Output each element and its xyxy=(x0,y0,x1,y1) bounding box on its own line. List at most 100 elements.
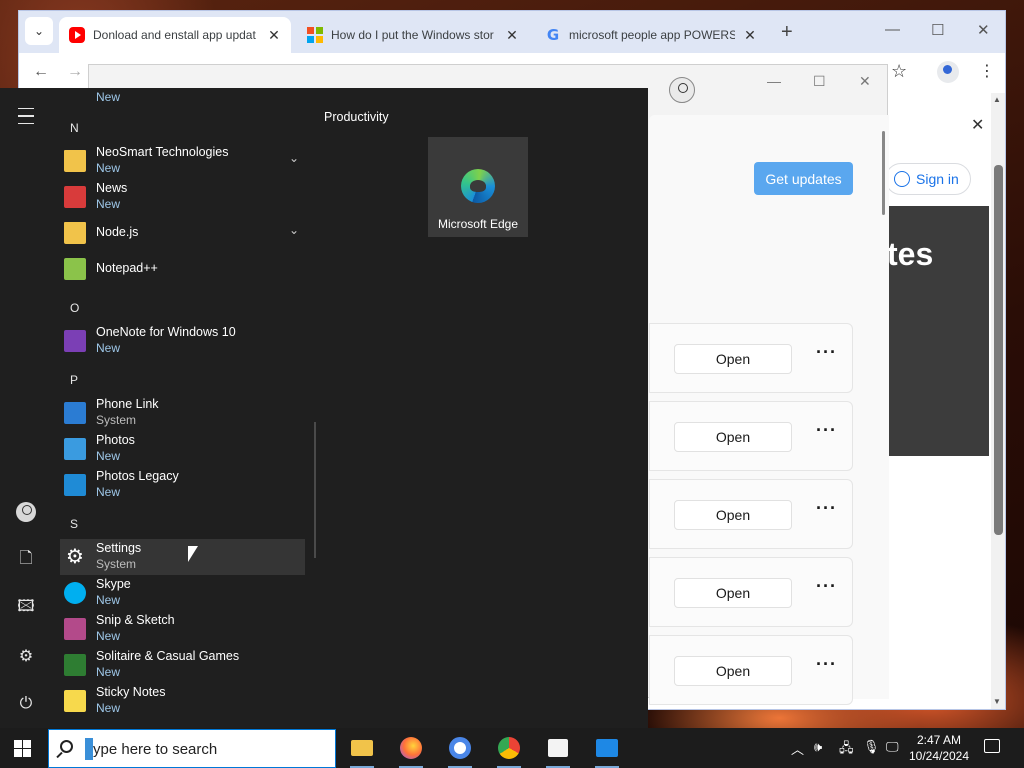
more-options-icon[interactable]: ··· xyxy=(816,420,837,441)
app-phone-link[interactable]: Phone Link System xyxy=(60,395,305,431)
volume-icon[interactable]: 🕪 xyxy=(814,739,822,755)
app-subtitle: New xyxy=(96,449,121,463)
store-minimize-icon[interactable]: — xyxy=(767,73,781,89)
library-app-row: Open ··· xyxy=(649,557,853,627)
tile-microsoft-edge[interactable]: Microsoft Edge xyxy=(428,137,528,237)
store-scrollbar[interactable] xyxy=(882,131,885,215)
tiles-group-header[interactable]: Productivity xyxy=(324,110,389,124)
taskbar-clock[interactable]: 2:47 AM 10/24/2024 xyxy=(904,732,974,764)
bookmark-star-icon[interactable]: ☆ xyxy=(891,61,907,82)
app-subtitle: New xyxy=(96,593,121,607)
app-name: NeoSmart Technologies xyxy=(96,145,229,159)
app-photos-legacy[interactable]: Photos Legacy New xyxy=(60,467,305,503)
app-subtitle: New xyxy=(96,701,121,715)
tab-close-icon[interactable]: ✕ xyxy=(267,27,281,44)
app-neosmart[interactable]: NeoSmart Technologies New ⌄ xyxy=(60,143,305,179)
pictures-icon[interactable]: 🖾 xyxy=(14,596,38,620)
show-hidden-icons-icon[interactable]: ︿ xyxy=(791,739,804,758)
chromium-icon[interactable] xyxy=(446,734,474,768)
snip-sketch-icon xyxy=(64,618,86,640)
browser-menu-icon[interactable]: ⋮ xyxy=(979,61,995,81)
tab-close-icon[interactable]: ✕ xyxy=(505,27,519,44)
clock-time: 2:47 AM xyxy=(916,733,962,747)
sign-in-button[interactable]: Sign in xyxy=(885,163,971,195)
scroll-down-icon[interactable]: ▼ xyxy=(993,697,1001,706)
profile-icon[interactable] xyxy=(937,61,959,83)
photos-icon xyxy=(64,438,86,460)
app-name: OneNote for Windows 10 xyxy=(96,325,236,339)
tab-microsoft[interactable]: How do I put the Windows stor ✕ xyxy=(297,17,529,53)
more-options-icon[interactable]: ··· xyxy=(816,576,837,597)
chrome-icon[interactable] xyxy=(495,734,523,768)
app-name: Notepad++ xyxy=(96,261,158,275)
app-sticky-notes[interactable]: Sticky Notes New xyxy=(60,683,305,719)
tab-title: Donload and enstall app updat xyxy=(93,28,256,42)
firefox-icon[interactable] xyxy=(397,734,425,768)
letter-header-o[interactable]: O xyxy=(70,301,79,315)
app-settings[interactable]: ⚙ Settings System xyxy=(60,539,305,575)
app-notepadpp[interactable]: Notepad++ xyxy=(60,251,305,287)
youtube-icon xyxy=(69,27,85,43)
letter-header-n[interactable]: N xyxy=(70,121,79,135)
remote-desktop-icon[interactable] xyxy=(593,734,621,768)
open-button[interactable]: Open xyxy=(674,344,792,374)
more-options-icon[interactable]: ··· xyxy=(816,342,837,363)
app-nodejs[interactable]: Node.js ⌄ xyxy=(60,215,305,251)
app-name: Skype xyxy=(96,577,131,591)
open-button[interactable]: Open xyxy=(674,422,792,452)
edge-icon xyxy=(461,169,495,203)
close-banner-icon[interactable]: ✕ xyxy=(971,115,984,135)
maximize-icon[interactable]: ☐ xyxy=(931,21,944,39)
back-arrow-icon[interactable]: ← xyxy=(33,63,49,81)
letter-header-p[interactable]: P xyxy=(70,373,78,387)
forward-arrow-icon[interactable]: → xyxy=(67,63,83,81)
get-updates-button[interactable]: Get updates xyxy=(754,162,853,195)
new-tab-button[interactable]: + xyxy=(781,21,793,44)
notification-icon[interactable] xyxy=(984,739,1000,753)
open-button[interactable]: Open xyxy=(674,500,792,530)
taskbar-search-box[interactable]: ype here to search xyxy=(48,729,336,768)
hamburger-menu-icon[interactable] xyxy=(14,104,38,128)
more-options-icon[interactable]: ··· xyxy=(816,654,837,675)
page-scrollbar[interactable]: ▲ ▼ xyxy=(991,93,1005,709)
letter-header-s[interactable]: S xyxy=(70,517,78,531)
tab-close-icon[interactable]: ✕ xyxy=(743,27,757,44)
tab-google[interactable]: G microsoft people app POWERS ✕ xyxy=(535,17,767,53)
power-icon[interactable]: ⏻ xyxy=(14,692,38,716)
start-button[interactable] xyxy=(14,740,31,757)
app-subtitle: New xyxy=(96,90,121,104)
app-name: News xyxy=(96,181,128,195)
documents-icon[interactable]: 🗋 xyxy=(14,548,38,572)
user-account-icon[interactable] xyxy=(14,500,38,524)
app-photos[interactable]: Photos New xyxy=(60,431,305,467)
app-solitaire[interactable]: Solitaire & Casual Games New xyxy=(60,647,305,683)
library-app-row: Open ··· xyxy=(649,635,853,705)
search-icon xyxy=(60,740,73,753)
app-snip-sketch[interactable]: Snip & Sketch New xyxy=(60,611,305,647)
minimize-icon[interactable]: — xyxy=(885,21,900,38)
app-news[interactable]: News New xyxy=(60,179,305,215)
notepadpp-icon xyxy=(64,258,86,280)
account-icon[interactable] xyxy=(669,77,695,103)
chevron-down-icon: ⌄ xyxy=(289,151,300,165)
app-onenote[interactable]: OneNote for Windows 10 New xyxy=(60,323,305,359)
open-button[interactable]: Open xyxy=(674,656,792,686)
phone-link-icon xyxy=(64,402,86,424)
tab-search-dropdown[interactable]: ⌄ xyxy=(25,17,53,45)
store-close-icon[interactable]: ✕ xyxy=(859,73,871,90)
tab-youtube[interactable]: Donload and enstall app updat ✕ xyxy=(59,17,291,53)
scroll-up-icon[interactable]: ▲ xyxy=(993,95,1001,104)
file-explorer-icon[interactable] xyxy=(348,734,376,768)
microsoft-store-icon[interactable] xyxy=(544,734,572,768)
app-skype[interactable]: Skype New xyxy=(60,575,305,611)
scrollbar-thumb[interactable] xyxy=(994,165,1003,535)
close-window-icon[interactable]: ✕ xyxy=(977,21,990,39)
more-options-icon[interactable]: ··· xyxy=(816,498,837,519)
network-icon[interactable]: 🖧 xyxy=(839,739,854,761)
settings-gear-icon[interactable]: ⚙ xyxy=(14,644,38,668)
open-button[interactable]: Open xyxy=(674,578,792,608)
store-maximize-icon[interactable]: ☐ xyxy=(813,73,826,90)
microphone-icon[interactable]: 🎙 xyxy=(863,739,880,755)
display-icon[interactable]: 🖵 xyxy=(886,739,899,755)
app-list-scrollbar[interactable] xyxy=(314,422,316,558)
